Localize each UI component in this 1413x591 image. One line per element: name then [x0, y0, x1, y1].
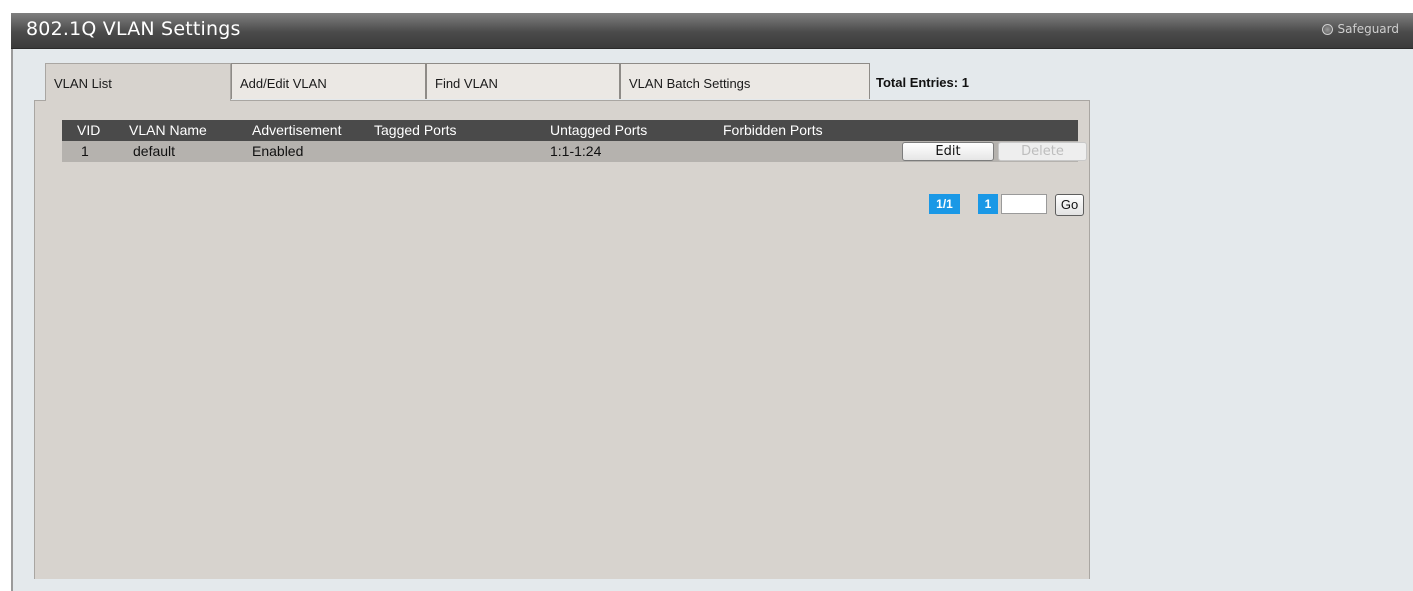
cell-vid: 1: [81, 143, 89, 159]
cell-untagged-ports: 1:1-1:24: [550, 143, 602, 159]
delete-button[interactable]: Delete: [998, 142, 1087, 161]
tab-label: VLAN Batch Settings: [629, 76, 751, 91]
goto-page-input[interactable]: [1001, 194, 1047, 214]
column-header-tagged-ports: Tagged Ports: [374, 122, 457, 138]
tab-label: Add/Edit VLAN: [240, 76, 327, 91]
column-header-forbidden-ports: Forbidden Ports: [723, 122, 823, 138]
total-entries: Total Entries: 1: [876, 75, 969, 90]
cell-advertisement: Enabled: [252, 143, 304, 159]
vlan-table: VID VLAN Name Advertisement Tagged Ports…: [62, 120, 1087, 162]
column-header-vlan-name: VLAN Name: [129, 122, 207, 138]
frame-left-border: [11, 49, 13, 591]
column-header-vid: VID: [77, 122, 101, 138]
column-header-untagged-ports: Untagged Ports: [550, 122, 648, 138]
go-button[interactable]: Go: [1055, 194, 1084, 216]
tab-label: Find VLAN: [435, 76, 498, 91]
cell-vlan-name: default: [133, 143, 176, 159]
page-title: 802.1Q VLAN Settings: [26, 18, 241, 40]
vlan-list-panel: [34, 100, 1090, 579]
page-number-link[interactable]: 1: [978, 194, 998, 214]
tab-find-vlan[interactable]: Find VLAN: [426, 63, 620, 99]
edit-button[interactable]: Edit: [902, 142, 994, 161]
title-bar: 802.1Q VLAN Settings Safeguard: [11, 13, 1413, 49]
page-info: 1/1: [929, 194, 960, 214]
safeguard-status-icon: [1321, 23, 1333, 35]
tab-vlan-batch-settings[interactable]: VLAN Batch Settings: [620, 63, 870, 99]
table-header-row: VID VLAN Name Advertisement Tagged Ports…: [62, 120, 1078, 141]
tab-vlan-list[interactable]: VLAN List: [45, 63, 231, 101]
tab-label: VLAN List: [54, 76, 112, 91]
table-row: 1 default Enabled 1:1-1:24 Edit Delete: [62, 141, 1087, 162]
tab-add-edit-vlan[interactable]: Add/Edit VLAN: [231, 63, 426, 99]
safeguard-label: Safeguard: [1337, 22, 1400, 36]
safeguard-indicator[interactable]: Safeguard: [1321, 22, 1400, 36]
column-header-advertisement: Advertisement: [252, 122, 342, 138]
